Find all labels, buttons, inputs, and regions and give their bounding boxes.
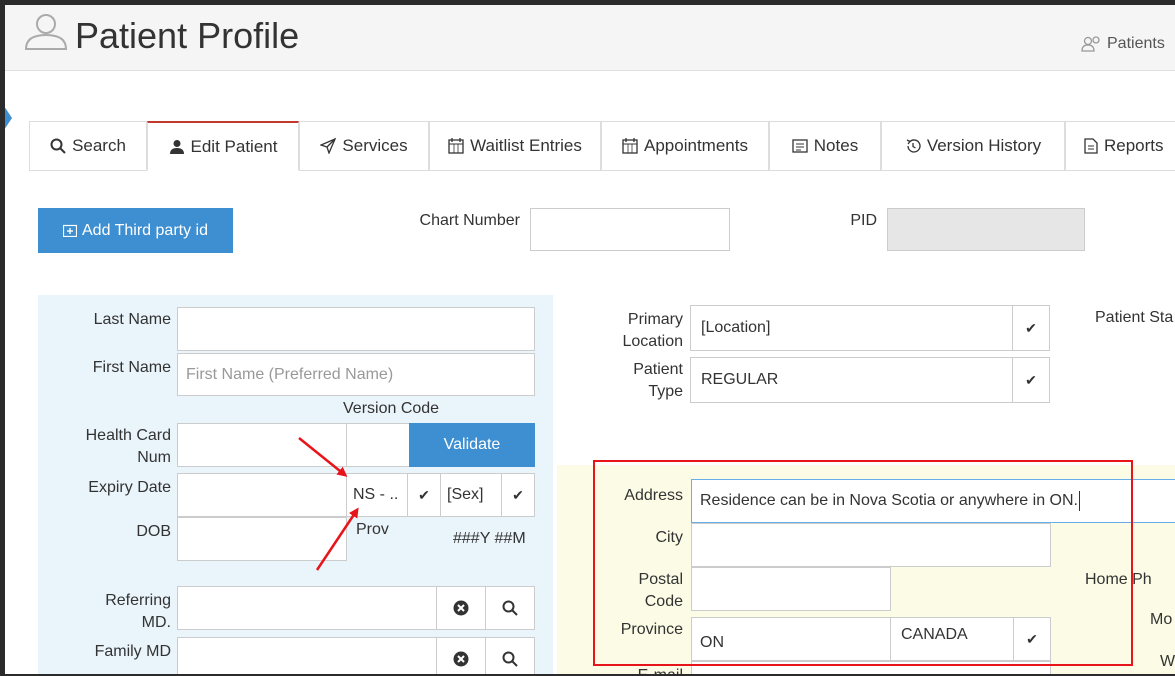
annotation-arrow-upper [298,437,348,477]
annotation-arrow-lower [315,507,359,571]
annotation-arrows [298,437,359,571]
page: Patient Profile Patients Search Edit Pat… [5,5,1175,674]
